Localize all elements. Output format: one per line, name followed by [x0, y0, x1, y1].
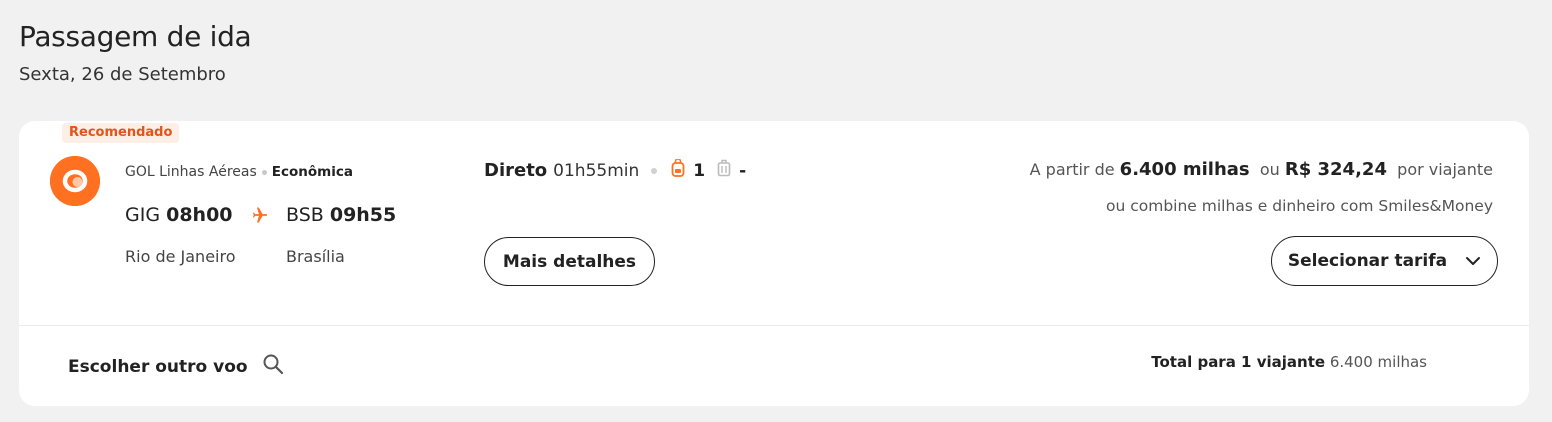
price-summary: A partir de 6.400 milhas ou R$ 324,24 po… — [1030, 159, 1493, 180]
origin-code: GIG — [125, 204, 161, 226]
stops-label: Direto — [484, 160, 548, 181]
origin-time: 08h00 — [166, 204, 233, 226]
airline-name: GOL Linhas Aéreas — [125, 164, 257, 180]
dest-code: BSB — [286, 204, 324, 226]
search-icon — [248, 353, 284, 380]
gol-logo — [50, 156, 100, 206]
total-value: 6.400 milhas — [1329, 353, 1427, 371]
price-miles: 6.400 milhas — [1119, 159, 1250, 180]
origin-city: Rio de Janeiro — [125, 247, 236, 266]
page-title: Passagem de ida — [19, 20, 252, 53]
recommended-badge: Recomendado — [62, 123, 180, 143]
price-or: ou — [1259, 160, 1280, 179]
backpack-icon — [671, 158, 685, 182]
destination: BSB 09h55 — [286, 204, 396, 226]
flight-summary: Direto 01h55min 1 - — [484, 158, 747, 182]
duration: 01h55min — [553, 160, 640, 181]
separator-dot — [651, 167, 658, 174]
card-divider — [19, 325, 1529, 326]
dest-city: Brasília — [286, 247, 345, 266]
page-date: Sexta, 26 de Setembro — [19, 64, 226, 85]
flight-card: Recomendado GOL Linhas Aéreas Econômica … — [19, 121, 1529, 406]
price-money: R$ 324,24 — [1284, 159, 1387, 180]
chevron-down-icon — [1465, 251, 1481, 271]
total-summary: Total para 1 viajante 6.400 milhas — [1151, 353, 1427, 371]
total-label: Total para 1 viajante — [1151, 353, 1326, 371]
origin: GIG 08h00 — [125, 204, 233, 226]
more-details-button[interactable]: Mais detalhes — [484, 237, 655, 286]
price-prefix: A partir de — [1029, 160, 1115, 179]
dest-time: 09h55 — [329, 204, 397, 226]
choose-other-flight-label: Escolher outro voo — [68, 356, 248, 377]
select-fare-button[interactable]: Selecionar tarifa — [1271, 236, 1498, 286]
cabin-class: Econômica — [271, 164, 353, 180]
suitcase-icon — [717, 159, 731, 182]
separator-dot — [261, 169, 267, 175]
choose-other-flight-link[interactable]: Escolher outro voo — [68, 353, 284, 380]
airline-info: GOL Linhas Aéreas Econômica — [125, 164, 353, 180]
price-suffix: por viajante — [1397, 160, 1493, 179]
carry-on-count: 1 — [693, 160, 706, 181]
checked-bag-count: - — [739, 160, 747, 181]
select-fare-label: Selecionar tarifa — [1287, 251, 1448, 271]
smiles-money-hint: ou combine milhas e dinheiro com Smiles&… — [1105, 197, 1493, 215]
plane-icon — [248, 205, 268, 229]
